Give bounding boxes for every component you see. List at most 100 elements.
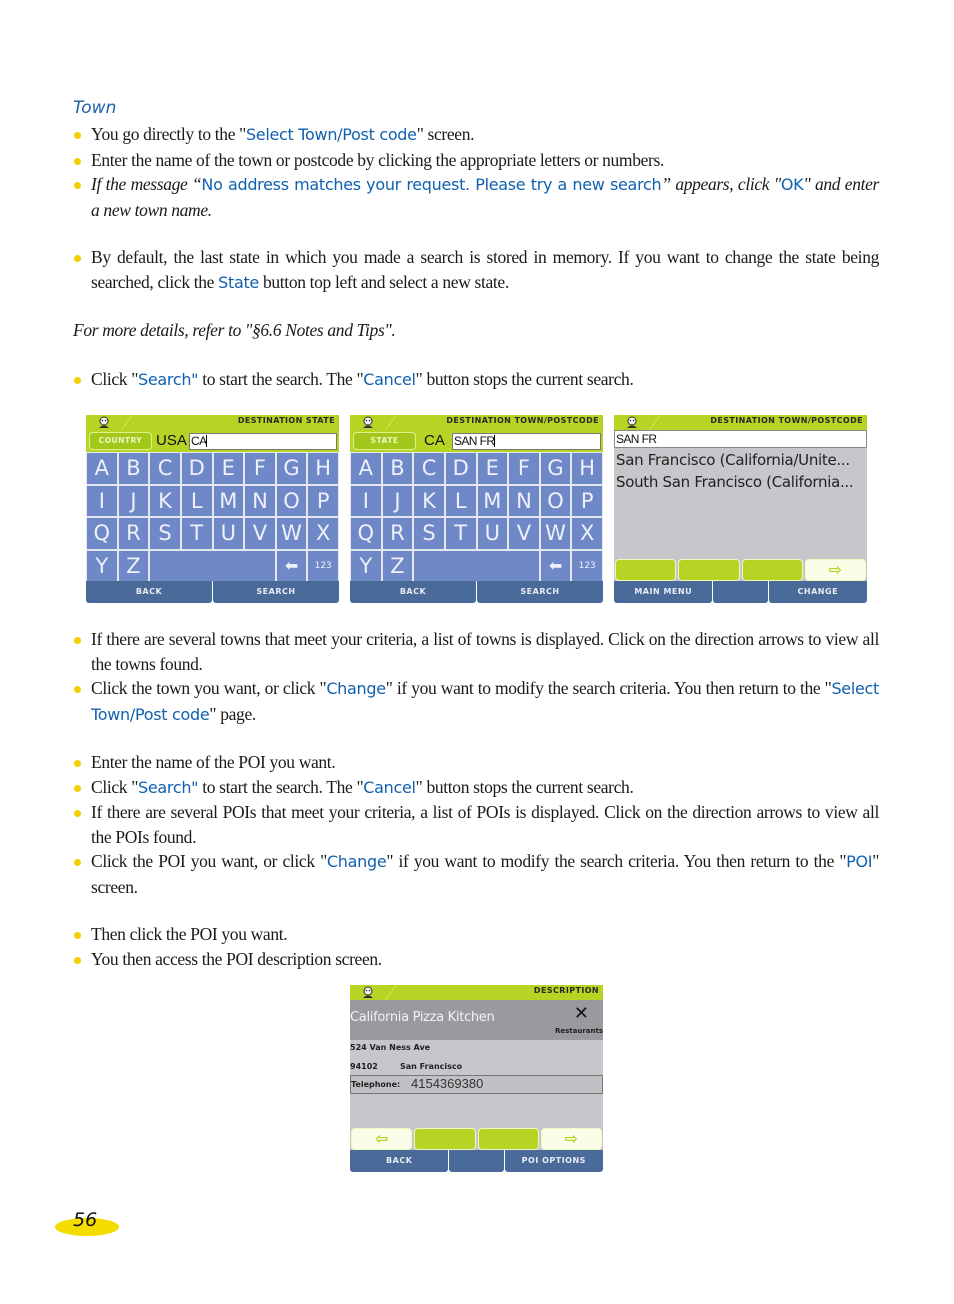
key-s[interactable]: S (150, 518, 180, 549)
back-button[interactable]: BACK (350, 581, 476, 603)
key-k[interactable]: K (414, 485, 444, 516)
key-z[interactable]: Z (118, 550, 149, 581)
search-instructions: Click "Search" to start the search. The … (73, 367, 879, 393)
key-j[interactable]: J (382, 485, 413, 516)
poi-options-button[interactable]: POI OPTIONS (504, 1150, 603, 1172)
state-input[interactable]: CA (189, 433, 337, 450)
key-q[interactable]: Q (351, 518, 381, 549)
nav-row: ⇨ (614, 559, 867, 581)
key-z[interactable]: Z (382, 550, 413, 581)
note-text: For more details, refer to "§6.6 Notes a… (73, 320, 396, 340)
key-w[interactable]: W (540, 518, 571, 549)
key-d[interactable]: D (445, 453, 476, 484)
state-value: CA (424, 432, 445, 449)
search-button[interactable]: SEARCH (477, 581, 603, 603)
key-q[interactable]: Q (87, 518, 117, 549)
town-input[interactable]: SAN FR (452, 433, 601, 450)
nav-empty-button (741, 559, 803, 581)
backspace-key[interactable]: ⬅ (540, 550, 571, 581)
key-f[interactable]: F (509, 453, 539, 484)
numeric-key[interactable]: 123 (308, 550, 338, 581)
key-p[interactable]: P (572, 485, 602, 516)
numeric-key[interactable]: 123 (572, 550, 602, 581)
bullet-item: If the message “No address matches your … (73, 172, 879, 222)
key-m[interactable]: M (213, 485, 244, 516)
key-space[interactable] (150, 550, 275, 581)
key-l[interactable]: L (445, 485, 476, 516)
key-a[interactable]: A (351, 453, 381, 484)
key-l[interactable]: L (181, 485, 212, 516)
key-m[interactable]: M (477, 485, 508, 516)
state-button[interactable]: STATE (353, 432, 416, 450)
text: Click the town you want, or click " (91, 678, 327, 698)
screen-title: DESTINATION TOWN/POSTCODE (710, 416, 863, 425)
empty-button (713, 581, 768, 603)
key-y[interactable]: Y (87, 550, 117, 581)
key-c[interactable]: C (150, 453, 180, 484)
arrow-right-icon: ⇨ (828, 560, 843, 579)
key-space[interactable] (414, 550, 539, 581)
bullet-icon (74, 810, 81, 817)
key-s[interactable]: S (414, 518, 444, 549)
key-n[interactable]: N (509, 485, 539, 516)
next-page-button[interactable]: ⇨ (804, 559, 866, 581)
prev-page-button[interactable]: ⇦ (351, 1128, 413, 1150)
main-menu-button[interactable]: MAIN MENU (614, 581, 713, 603)
key-u[interactable]: U (477, 518, 508, 549)
change-button[interactable]: CHANGE (768, 581, 867, 603)
key-f[interactable]: F (245, 453, 275, 484)
key-r[interactable]: R (382, 518, 413, 549)
town-instructions: You go directly to the "Select Town/Post… (73, 122, 879, 222)
app-logo-icon (627, 416, 637, 428)
search-button[interactable]: SEARCH (213, 581, 339, 603)
key-i[interactable]: I (351, 485, 381, 516)
text: Click " (91, 776, 138, 797)
key-w[interactable]: W (276, 518, 307, 549)
key-b[interactable]: B (118, 453, 149, 484)
key-d[interactable]: D (181, 453, 212, 484)
key-o[interactable]: O (540, 485, 571, 516)
key-v[interactable]: V (245, 518, 275, 549)
title-bar: DESCRIPTION (350, 985, 603, 1002)
key-e[interactable]: E (477, 453, 508, 484)
text: " if you want to modify the search crite… (385, 678, 832, 698)
key-r[interactable]: R (118, 518, 149, 549)
decor-line (120, 415, 133, 432)
key-e[interactable]: E (213, 453, 244, 484)
back-button[interactable]: BACK (350, 1150, 449, 1172)
key-x[interactable]: X (308, 518, 338, 549)
key-i[interactable]: I (87, 485, 117, 516)
key-n[interactable]: N (245, 485, 275, 516)
key-c[interactable]: C (414, 453, 444, 484)
key-k[interactable]: K (150, 485, 180, 516)
key-o[interactable]: O (276, 485, 307, 516)
next-page-button[interactable]: ⇨ (540, 1128, 602, 1150)
text: If the message “ (91, 174, 202, 194)
key-b[interactable]: B (382, 453, 413, 484)
poi-city: San Francisco (400, 1062, 463, 1071)
key-v[interactable]: V (509, 518, 539, 549)
key-t[interactable]: T (181, 518, 212, 549)
backspace-key[interactable]: ⬅ (276, 550, 307, 581)
key-g[interactable]: G (540, 453, 571, 484)
back-button[interactable]: BACK (86, 581, 212, 603)
key-y[interactable]: Y (351, 550, 381, 581)
key-p[interactable]: P (308, 485, 338, 516)
poi-select-instructions: Then click the POI you want. You then ac… (73, 922, 879, 971)
key-j[interactable]: J (118, 485, 149, 516)
result-item[interactable]: South San Francisco (California... (616, 473, 854, 491)
bullet-item: Click "Search" to start the search. The … (73, 367, 879, 393)
country-button[interactable]: COUNTRY (89, 432, 152, 450)
key-t[interactable]: T (445, 518, 476, 549)
key-x[interactable]: X (572, 518, 602, 549)
key-h[interactable]: H (572, 453, 602, 484)
text: Then click the POI you want. (91, 924, 288, 944)
key-g[interactable]: G (276, 453, 307, 484)
bullet-icon (74, 255, 81, 262)
key-h[interactable]: H (308, 453, 338, 484)
key-a[interactable]: A (87, 453, 117, 484)
result-item[interactable]: San Francisco (California/Unite... (616, 451, 850, 469)
key-u[interactable]: U (213, 518, 244, 549)
poi-name: California Pizza Kitchen (350, 1010, 495, 1025)
telephone-label: Telephone: (351, 1080, 401, 1089)
